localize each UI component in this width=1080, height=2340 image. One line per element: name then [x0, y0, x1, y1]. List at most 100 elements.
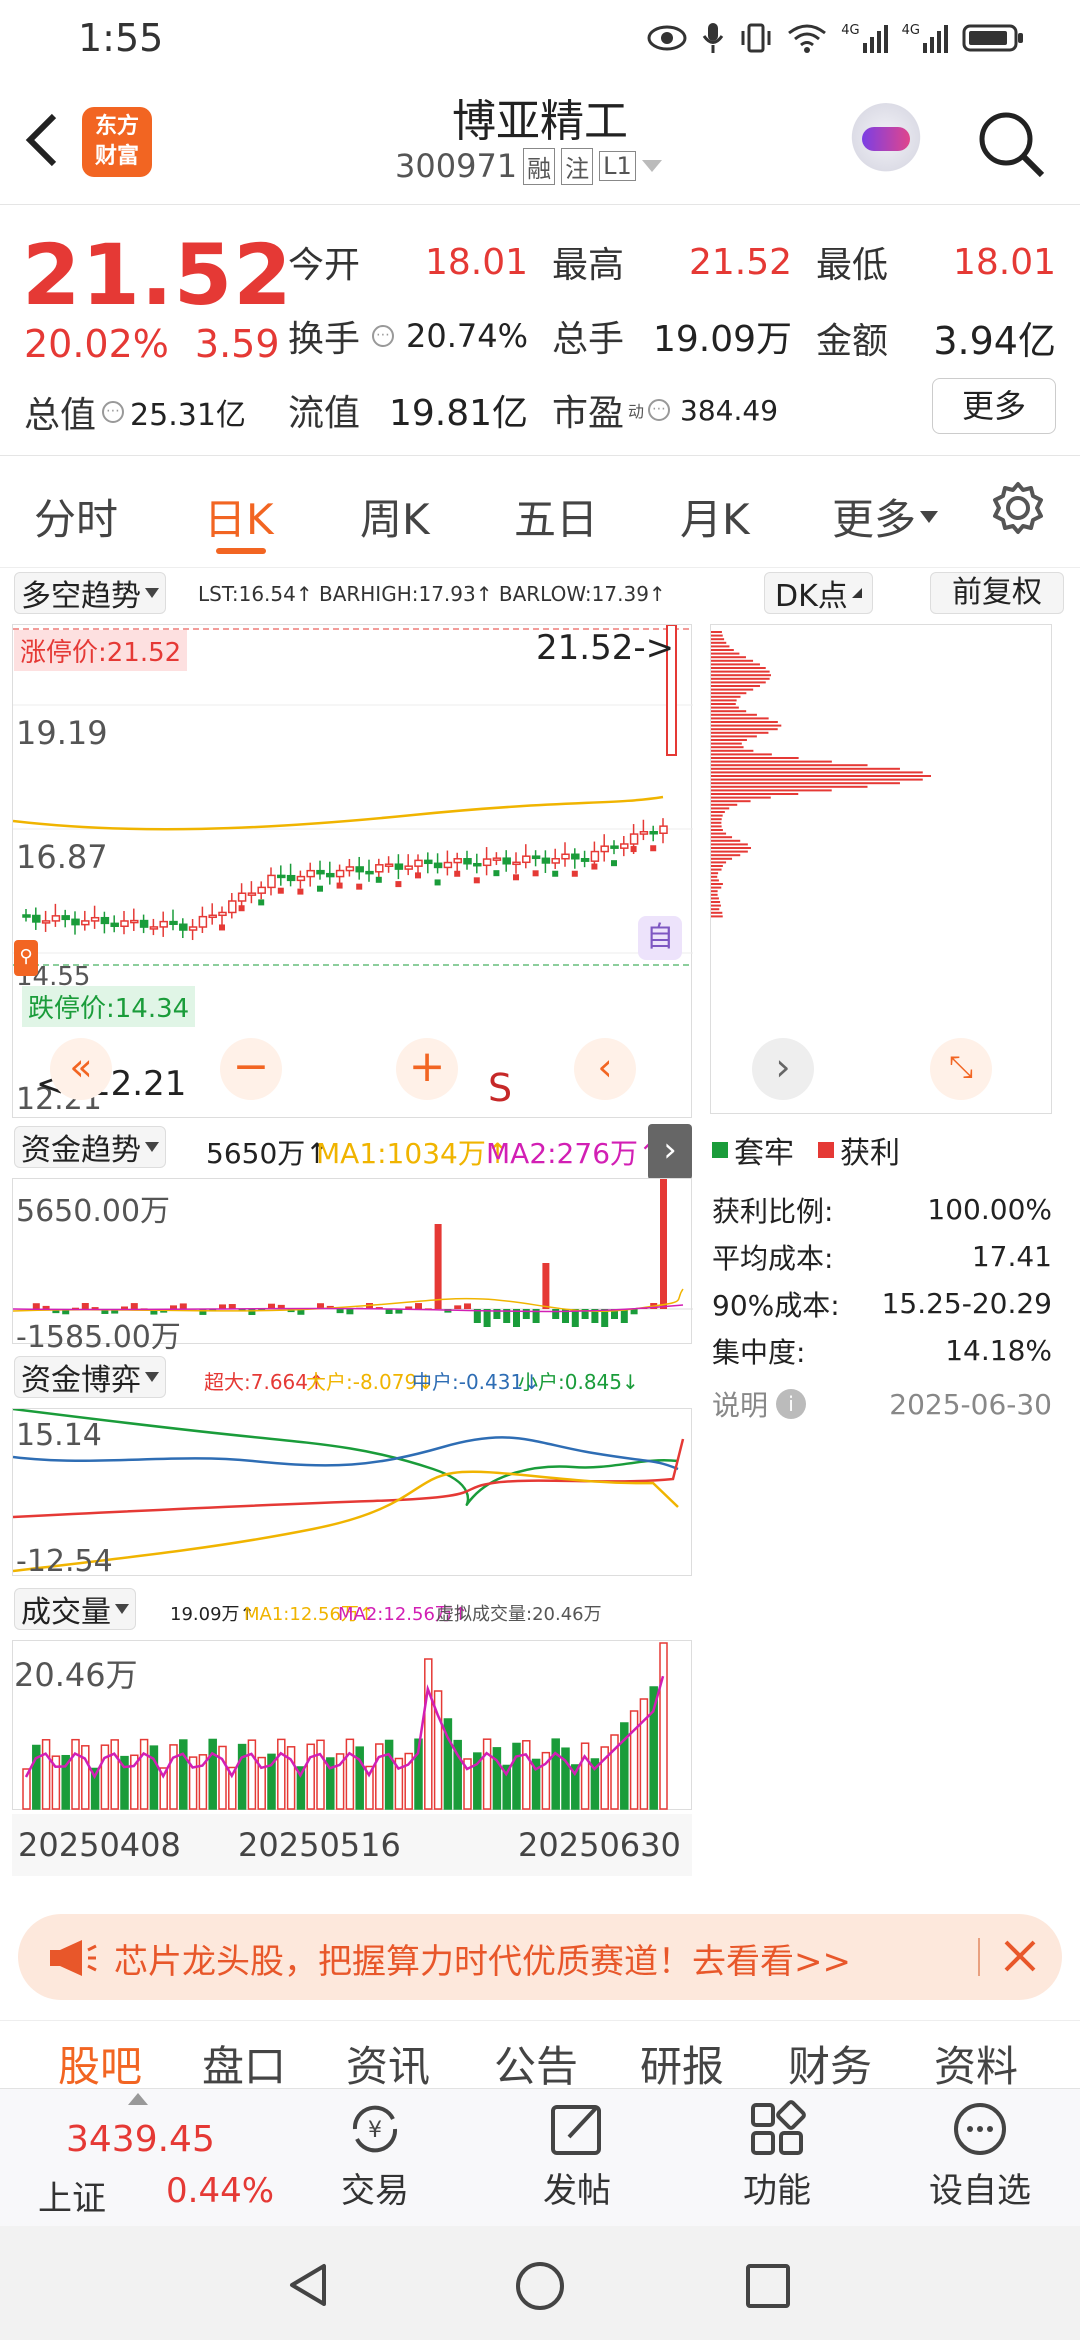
- candle-body: [258, 887, 265, 893]
- tab-orderbook[interactable]: 盘口: [202, 2033, 286, 2090]
- back-arrow-icon[interactable]: [22, 110, 62, 170]
- chip-next-button[interactable]: ›: [752, 1038, 814, 1100]
- stat-label: 总手: [552, 310, 624, 362]
- tab-profile[interactable]: 资料: [934, 2033, 1018, 2090]
- trend-marker: [435, 879, 441, 885]
- volume-bar: [552, 1739, 559, 1809]
- candle-body: [141, 921, 148, 927]
- nav-home-icon[interactable]: [514, 2260, 566, 2312]
- info-icon[interactable]: ⋯: [372, 325, 394, 347]
- more-dots-icon: [950, 2099, 1010, 2159]
- volume-v: 19.09万↑: [170, 1600, 255, 1626]
- nav-back-icon[interactable]: [284, 2260, 334, 2310]
- chip-bar: [711, 782, 900, 784]
- chip-bar: [711, 865, 723, 867]
- capital-bar: [346, 1309, 353, 1314]
- tab-five-day[interactable]: 五日: [514, 486, 598, 547]
- candle-body: [572, 854, 579, 858]
- expand-icon[interactable]: ⤡: [930, 1038, 992, 1100]
- candle-body: [131, 921, 138, 923]
- total-value-label: 总值: [24, 386, 96, 438]
- status-icons: 4G 4G: [647, 21, 1024, 55]
- tab-daily-k[interactable]: 日K: [204, 486, 274, 547]
- trend-marker: [297, 889, 303, 895]
- nav-post[interactable]: 发帖: [522, 2099, 632, 2212]
- app-logo[interactable]: 东方 财富: [82, 107, 152, 177]
- chip-bar: [711, 879, 719, 881]
- candle-body: [92, 918, 99, 921]
- tab-news[interactable]: 资讯: [346, 2033, 430, 2090]
- nav-functions[interactable]: 功能: [722, 2099, 832, 2212]
- info-icon[interactable]: ⋯: [648, 399, 670, 421]
- trend-marker: [219, 924, 225, 930]
- index-widget[interactable]: 3439.45 上证 0.44%: [0, 2089, 300, 2227]
- nav-trade[interactable]: ¥ 交易: [320, 2099, 430, 2212]
- chip-bar: [711, 768, 900, 770]
- chip-note[interactable]: 说明 i: [712, 1384, 806, 1424]
- tab-finance[interactable]: 财务: [788, 2033, 872, 2090]
- tab-more[interactable]: 更多: [832, 486, 938, 547]
- collapse-arrow-button[interactable]: ›: [648, 1124, 692, 1180]
- stat-value: 19.81亿: [389, 384, 528, 436]
- search-icon[interactable]: [976, 109, 1046, 179]
- chip-bar: [711, 825, 722, 827]
- scroll-left-fast-button[interactable]: «: [50, 1038, 112, 1100]
- chip-row: 获利比例: 100.00%: [712, 1186, 1052, 1233]
- dk-point-button[interactable]: DK点: [764, 572, 873, 614]
- volume-bar: [209, 1739, 216, 1809]
- candle-body: [219, 912, 226, 915]
- chip-bar: [711, 678, 770, 680]
- more-button[interactable]: 更多: [932, 378, 1056, 434]
- chip-bar: [711, 746, 744, 748]
- zoom-in-button[interactable]: +: [396, 1038, 458, 1100]
- nav-add-watchlist[interactable]: 设自选: [920, 2099, 1040, 2212]
- indicator-selector[interactable]: 多空趋势: [14, 572, 166, 614]
- stock-code-row[interactable]: 300971 融 注 L1: [395, 147, 662, 185]
- trend-marker: [493, 870, 499, 876]
- capital-game-selector[interactable]: 资金博弈: [14, 1356, 166, 1398]
- tab-monthly-k[interactable]: 月K: [680, 486, 750, 547]
- chip-row-value: 100.00%: [927, 1193, 1052, 1226]
- chip-legend: 套牢 获利: [712, 1128, 900, 1172]
- volume-bar: [101, 1745, 108, 1809]
- legend-swatch-red: [818, 1142, 834, 1158]
- tab-weekly-k[interactable]: 周K: [360, 486, 430, 547]
- chip-row-value: 15.25-20.29: [882, 1287, 1052, 1320]
- capital-trend-selector[interactable]: 资金趋势: [14, 1126, 166, 1168]
- stat-label: 最高: [552, 236, 624, 288]
- auto-button[interactable]: 自: [638, 916, 682, 960]
- adjust-button[interactable]: 前复权: [930, 572, 1064, 614]
- settings-gear-icon[interactable]: [990, 480, 1046, 536]
- promo-banner[interactable]: 芯片龙头股，把握算力时代优质赛道！去看看>>: [18, 1914, 1062, 2000]
- volume-bar: [248, 1740, 255, 1809]
- nav-recents-icon[interactable]: [744, 2262, 792, 2310]
- stat-amount: 金额 3.94亿: [816, 310, 1056, 365]
- candle-body: [601, 846, 608, 851]
- date-axis: 20250408 20250516 20250630: [12, 1814, 692, 1876]
- robot-avatar[interactable]: [848, 103, 924, 179]
- tab-research[interactable]: 研报: [640, 2033, 724, 2090]
- tab-forum[interactable]: 股吧: [58, 2033, 142, 2090]
- capital-bar: [82, 1303, 89, 1309]
- zoom-out-button[interactable]: −: [220, 1038, 282, 1100]
- chip-bar: [711, 840, 740, 842]
- volume-selector[interactable]: 成交量: [14, 1588, 136, 1630]
- candle-body: [474, 864, 481, 866]
- candle-body: [533, 856, 540, 858]
- capital-trend-title: 资金趋势: [21, 1125, 141, 1169]
- chip-bar: [711, 829, 723, 831]
- capital-game-chart[interactable]: [12, 1408, 692, 1576]
- limit-down-label: 跌停价:14.34: [22, 986, 195, 1027]
- tab-intraday[interactable]: 分时: [34, 486, 118, 547]
- chip-distribution-chart[interactable]: [710, 624, 1052, 1114]
- info-icon[interactable]: ⋯: [102, 401, 124, 423]
- badge-margin: 融: [523, 148, 555, 185]
- trend-marker: [591, 864, 597, 870]
- dropdown-triangle-icon: [145, 1372, 159, 1382]
- scroll-left-button[interactable]: ‹: [574, 1038, 636, 1100]
- volume-bar: [562, 1748, 569, 1809]
- location-pin-icon[interactable]: ⚲: [14, 940, 38, 976]
- close-icon[interactable]: [1002, 1938, 1038, 1974]
- volume-bar: [72, 1740, 79, 1809]
- tab-announcements[interactable]: 公告: [494, 2033, 578, 2090]
